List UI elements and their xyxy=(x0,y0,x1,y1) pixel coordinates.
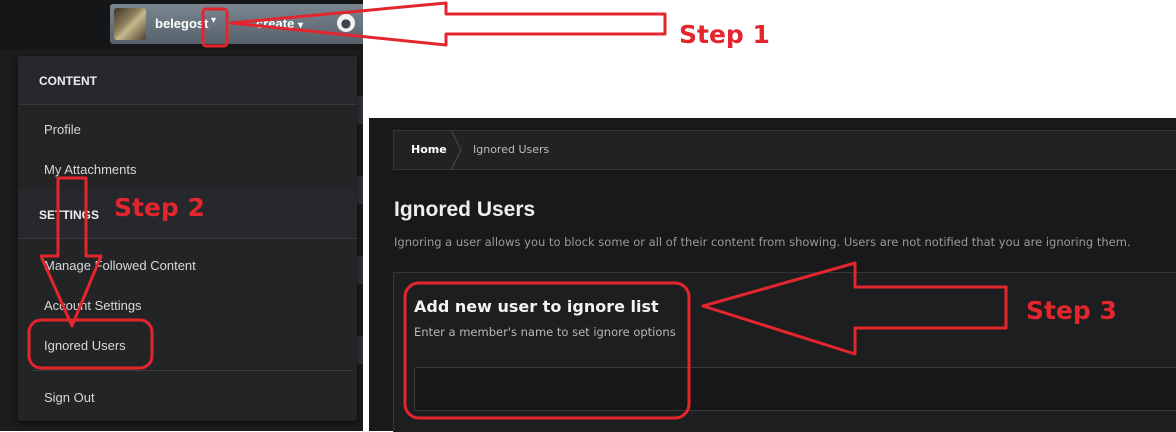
username-link[interactable]: belegost xyxy=(155,16,208,31)
menu-section-content: CONTENT xyxy=(18,56,357,105)
globe-icon[interactable]: ● xyxy=(337,14,355,32)
create-button[interactable]: create ▾ xyxy=(256,16,303,31)
background-stripe xyxy=(356,176,363,204)
menu-item-profile[interactable]: Profile xyxy=(44,122,81,137)
menu-item-ignored-users[interactable]: Ignored Users xyxy=(44,338,126,353)
chevron-down-icon: ▾ xyxy=(297,20,303,31)
step3-label: Step 3 xyxy=(1026,296,1117,325)
breadcrumb-current: Ignored Users xyxy=(473,143,550,156)
user-bar: belegost ▾ create ▾ ● xyxy=(110,4,363,44)
create-label: create xyxy=(256,16,295,31)
menu-divider xyxy=(32,370,352,371)
menu-section-heading: SETTINGS xyxy=(39,208,100,222)
breadcrumb-separator-icon xyxy=(450,130,462,170)
menu-section-heading: CONTENT xyxy=(39,74,97,88)
menu-item-account-settings[interactable]: Account Settings xyxy=(44,298,142,313)
background-stripe xyxy=(356,336,363,364)
ignored-users-page: Home Ignored Users Ignored Users Ignorin… xyxy=(369,118,1176,432)
menu-item-my-attachments[interactable]: My Attachments xyxy=(44,162,136,177)
background-stripe xyxy=(356,256,363,284)
member-name-input[interactable] xyxy=(414,367,1176,411)
step1-label: Step 1 xyxy=(679,20,770,49)
add-ignore-hint: Enter a member's name to set ignore opti… xyxy=(414,325,676,339)
menu-item-sign-out[interactable]: Sign Out xyxy=(44,390,95,405)
menu-item-manage-followed-content[interactable]: Manage Followed Content xyxy=(44,258,196,273)
step2-label: Step 2 xyxy=(114,193,205,222)
chevron-down-icon[interactable]: ▾ xyxy=(211,15,216,26)
user-dropdown-menu: CONTENT Profile My Attachments SETTINGS … xyxy=(18,56,357,421)
add-ignore-heading: Add new user to ignore list xyxy=(414,297,659,316)
page-description: Ignoring a user allows you to block some… xyxy=(394,235,1131,249)
avatar[interactable] xyxy=(114,8,146,40)
breadcrumb: Home Ignored Users xyxy=(393,130,1176,170)
page-title: Ignored Users xyxy=(394,198,536,221)
breadcrumb-home-link[interactable]: Home xyxy=(411,143,447,156)
background-stripe xyxy=(356,96,363,124)
